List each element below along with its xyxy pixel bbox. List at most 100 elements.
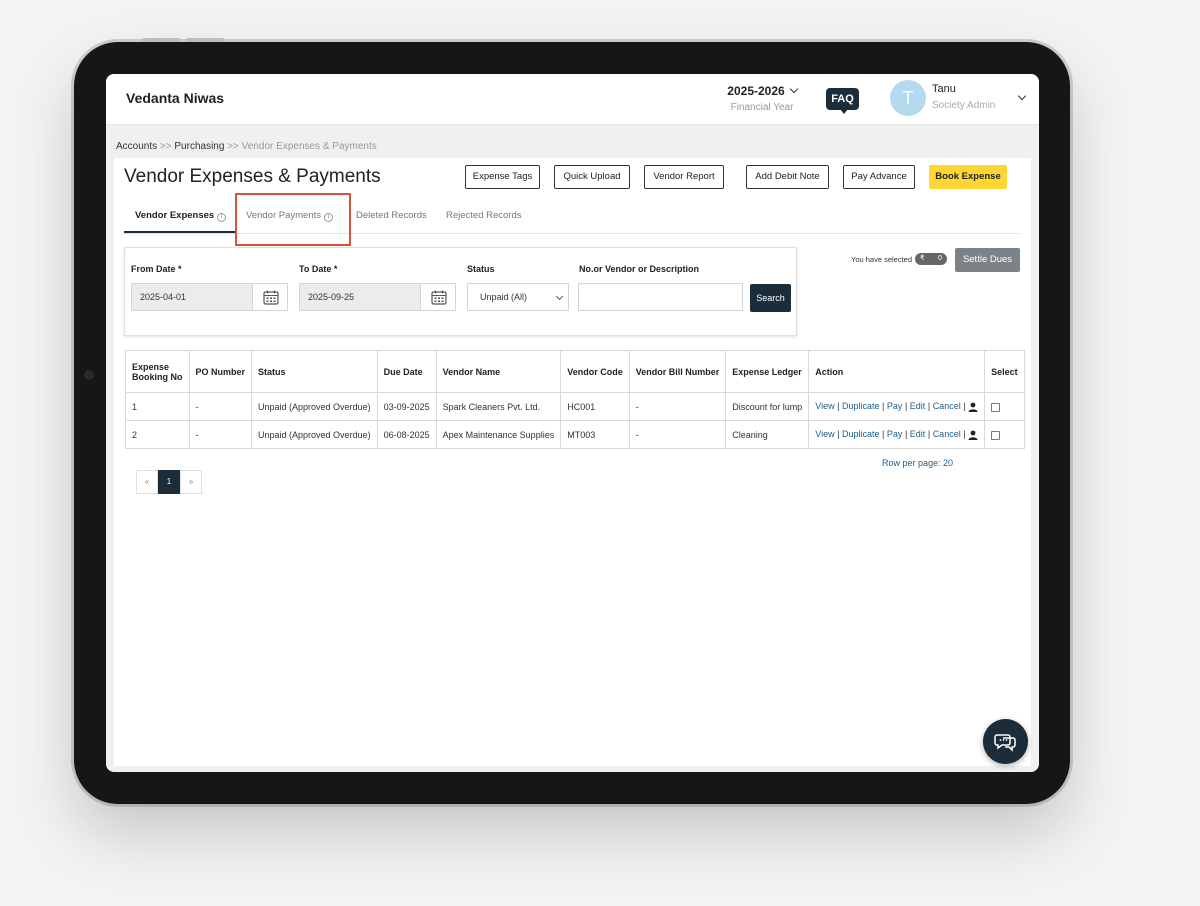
app-screen: Vedanta Niwas 2025-2026 Financial Year F… <box>106 74 1039 772</box>
pagination-page-button[interactable]: 1 <box>158 470 180 494</box>
breadcrumb-purchasing[interactable]: Purchasing <box>174 141 224 152</box>
selected-count-badge: ₹ 0 <box>915 253 947 265</box>
user-name: Tanu <box>932 83 956 95</box>
cell-actions: View | Duplicate | Pay | Edit | Cancel | <box>808 420 986 449</box>
pay-advance-button[interactable]: Pay Advance <box>843 165 915 189</box>
user-icon[interactable] <box>968 430 978 440</box>
column-header-booking-no: Expense Booking No <box>125 350 190 393</box>
tab-vendor-expenses[interactable]: Vendor Expenses i <box>135 210 227 222</box>
cell-actions: View | Duplicate | Pay | Edit | Cancel | <box>808 392 986 421</box>
faq-button[interactable]: FAQ <box>826 88 859 114</box>
table-row: 2 - Unpaid (Approved Overdue) 06-08-2025… <box>125 420 1025 449</box>
tablet-top-button <box>142 38 180 42</box>
pagination-next-button[interactable]: » <box>180 470 202 494</box>
search-input[interactable] <box>578 283 743 311</box>
from-date-label: From Date * <box>131 264 182 274</box>
rupee-icon: ₹ <box>920 255 925 262</box>
search-label: No.or Vendor or Description <box>579 264 700 274</box>
column-header-expense-ledger: Expense Ledger <box>725 350 810 393</box>
cell-status: Unpaid (Approved Overdue) <box>251 420 378 449</box>
pagination-prev-button[interactable]: « <box>136 470 158 494</box>
settle-dues-button[interactable]: Settle Dues <box>955 248 1020 272</box>
financial-year-value: 2025-2026 <box>727 84 785 98</box>
from-date-input[interactable]: 2025-04-01 <box>131 283 253 311</box>
tab-highlight-box <box>235 193 351 246</box>
cell-status: Unpaid (Approved Overdue) <box>251 392 378 421</box>
book-expense-button[interactable]: Book Expense <box>929 165 1007 189</box>
search-button[interactable]: Search <box>750 284 791 312</box>
calendar-icon <box>263 290 279 305</box>
vendor-report-button[interactable]: Vendor Report <box>644 165 724 189</box>
status-label: Status <box>467 264 495 274</box>
info-icon: i <box>217 213 227 222</box>
edit-link[interactable]: Edit <box>910 429 926 439</box>
calendar-icon <box>431 290 447 305</box>
selected-count: 0 <box>938 255 942 262</box>
cancel-link[interactable]: Cancel <box>933 429 961 439</box>
table-row: 1 - Unpaid (Approved Overdue) 03-09-2025… <box>125 392 1025 421</box>
cell-due-date: 03-09-2025 <box>376 392 437 421</box>
tablet-camera <box>84 370 94 380</box>
tablet-top-button <box>186 38 224 42</box>
column-header-vendor-bill-number: Vendor Bill Number <box>628 350 727 393</box>
rows-per-page-selector[interactable]: Row per page: 20 <box>882 458 953 468</box>
cell-vendor-code: MT003 <box>560 420 630 449</box>
quick-upload-button[interactable]: Quick Upload <box>554 165 630 189</box>
to-date-calendar-button[interactable] <box>420 283 456 311</box>
to-date-input[interactable]: 2025-09-25 <box>299 283 421 311</box>
financial-year-label: Financial Year <box>730 102 794 113</box>
filter-panel: From Date * 2025-04-01 To Date * 2025-09… <box>124 247 797 336</box>
user-icon[interactable] <box>968 402 978 412</box>
avatar[interactable]: T <box>890 80 926 116</box>
add-debit-note-button[interactable]: Add Debit Note <box>746 165 829 189</box>
column-header-due-date: Due Date <box>376 350 437 393</box>
expense-tags-button[interactable]: Expense Tags <box>465 165 540 189</box>
main-content: Vendor Expenses & Payments Expense Tags … <box>114 158 1031 766</box>
top-bar: Vedanta Niwas 2025-2026 Financial Year F… <box>106 74 1039 125</box>
status-select[interactable]: Unpaid (All) <box>467 283 569 311</box>
expenses-table: Expense Booking No PO Number Status Due D… <box>125 350 1025 449</box>
chevron-down-icon[interactable] <box>1017 91 1027 101</box>
tab-label: Vendor Expenses <box>135 210 215 221</box>
pay-link[interactable]: Pay <box>887 429 903 439</box>
chat-support-button[interactable] <box>983 719 1028 764</box>
breadcrumb-accounts[interactable]: Accounts <box>116 141 157 152</box>
cell-po-number: - <box>188 392 253 421</box>
duplicate-link[interactable]: Duplicate <box>842 429 880 439</box>
cell-vendor-name: Spark Cleaners Pvt. Ltd. <box>435 392 562 421</box>
duplicate-link[interactable]: Duplicate <box>842 401 880 411</box>
user-role: Society Admin <box>932 100 996 111</box>
breadcrumb: Accounts >> Purchasing >> Vendor Expense… <box>116 141 377 152</box>
cell-select <box>984 420 1025 449</box>
cell-vendor-name: Apex Maintenance Supplies <box>435 420 562 449</box>
breadcrumb-current: Vendor Expenses & Payments <box>241 141 377 152</box>
column-header-status: Status <box>251 350 378 393</box>
cell-booking-no: 2 <box>125 420 190 449</box>
tab-rejected-records[interactable]: Rejected Records <box>446 210 522 221</box>
row-select-checkbox[interactable] <box>991 402 1001 412</box>
active-tab-indicator <box>124 231 236 233</box>
cell-po-number: - <box>188 420 253 449</box>
edit-link[interactable]: Edit <box>910 401 926 411</box>
row-select-checkbox[interactable] <box>991 430 1001 440</box>
cell-due-date: 06-08-2025 <box>376 420 437 449</box>
cell-expense-ledger: Cleaning <box>725 420 810 449</box>
cell-vendor-code: HC001 <box>560 392 630 421</box>
cancel-link[interactable]: Cancel <box>933 401 961 411</box>
view-link[interactable]: View <box>815 401 834 411</box>
pay-link[interactable]: Pay <box>887 401 903 411</box>
status-select-value: Unpaid (All) <box>480 292 528 302</box>
chevron-down-icon <box>789 84 798 94</box>
to-date-label: To Date * <box>299 264 338 274</box>
column-header-action: Action <box>808 350 986 393</box>
tab-deleted-records[interactable]: Deleted Records <box>356 210 427 221</box>
view-link[interactable]: View <box>815 429 834 439</box>
breadcrumb-separator: >> <box>159 141 172 152</box>
column-header-po-number: PO Number <box>188 350 253 393</box>
chat-icon <box>994 734 1016 752</box>
cell-select <box>984 392 1025 421</box>
from-date-calendar-button[interactable] <box>252 283 288 311</box>
cell-vendor-bill-number: - <box>628 392 727 421</box>
financial-year-selector[interactable]: 2025-2026 Financial Year <box>724 84 800 113</box>
table-header-row: Expense Booking No PO Number Status Due D… <box>125 350 1025 393</box>
